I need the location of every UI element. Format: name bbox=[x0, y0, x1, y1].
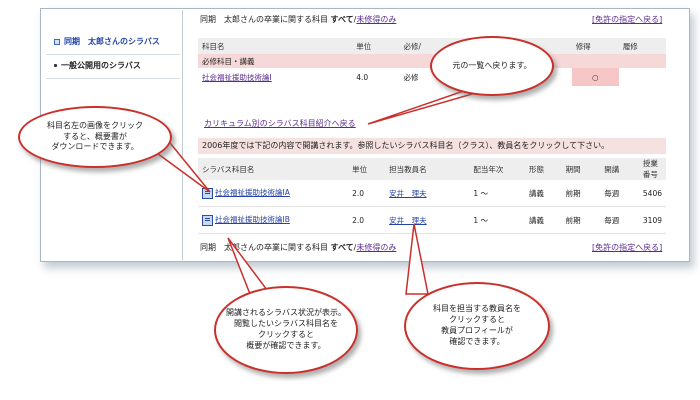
callout-image: 科目名左の画像をクリック すると、概要書が ダウンロードできます。 bbox=[18, 106, 172, 168]
tail-teacher bbox=[405, 223, 429, 295]
callout-back: 元の一覧へ戻ります。 bbox=[430, 36, 554, 96]
callout-text: 科目名左の画像をクリック すると、概要書が ダウンロードできます。 bbox=[47, 120, 143, 152]
tail-syllabus bbox=[227, 237, 272, 295]
callout-syllabus: 開講されるシラバス状況が表示。 閲覧したいシラバス科目名を クリックすると 概要… bbox=[214, 286, 358, 374]
callout-text: 科目を担当する教員名を クリックすると 教員プロフィールが 確認できます。 bbox=[433, 304, 521, 346]
callout-text: 元の一覧へ戻ります。 bbox=[452, 60, 532, 70]
callout-text: 開講されるシラバス状況が表示。 閲覧したいシラバス科目名を クリックすると 概要… bbox=[226, 308, 346, 350]
callout-teacher: 科目を担当する教員名を クリックすると 教員プロフィールが 確認できます。 bbox=[404, 282, 550, 370]
